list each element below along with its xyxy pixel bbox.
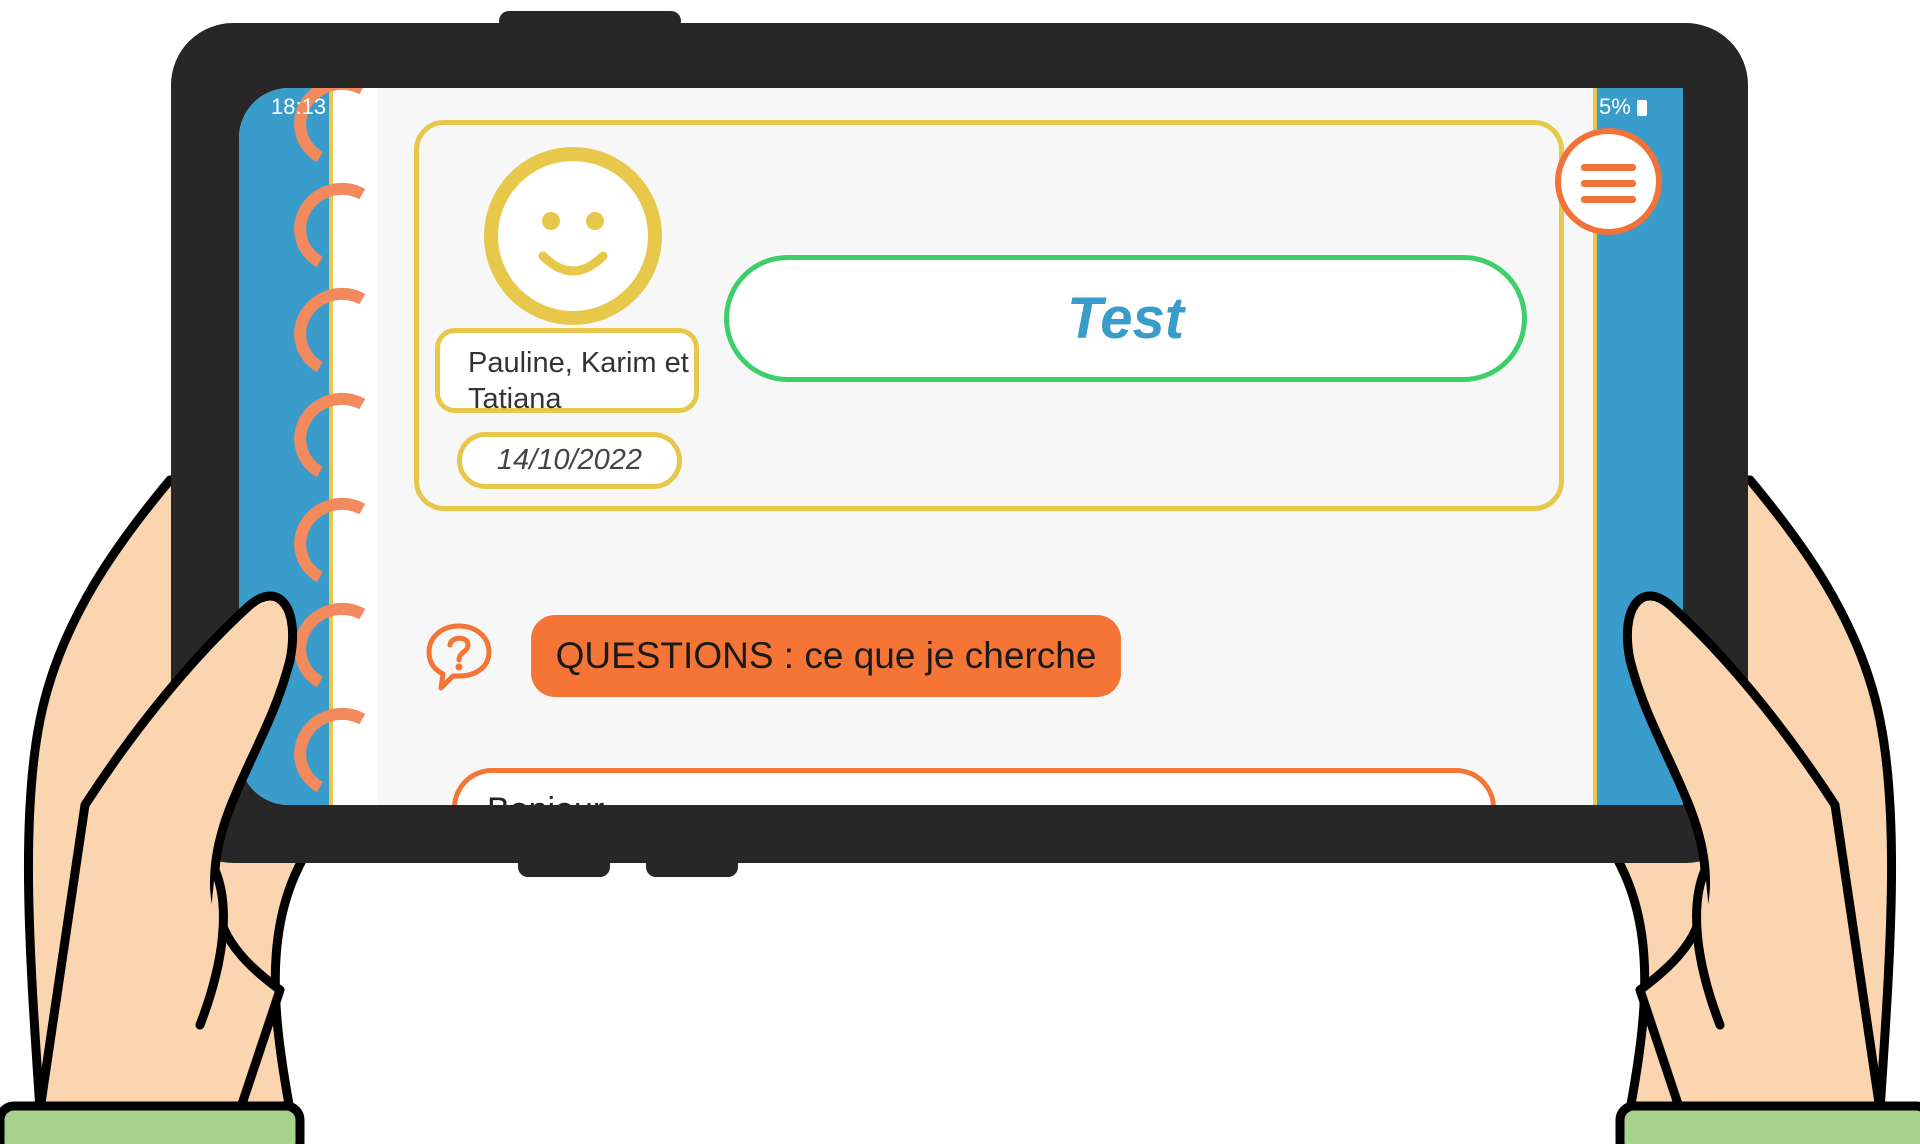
hands-front [0,591,1920,1144]
